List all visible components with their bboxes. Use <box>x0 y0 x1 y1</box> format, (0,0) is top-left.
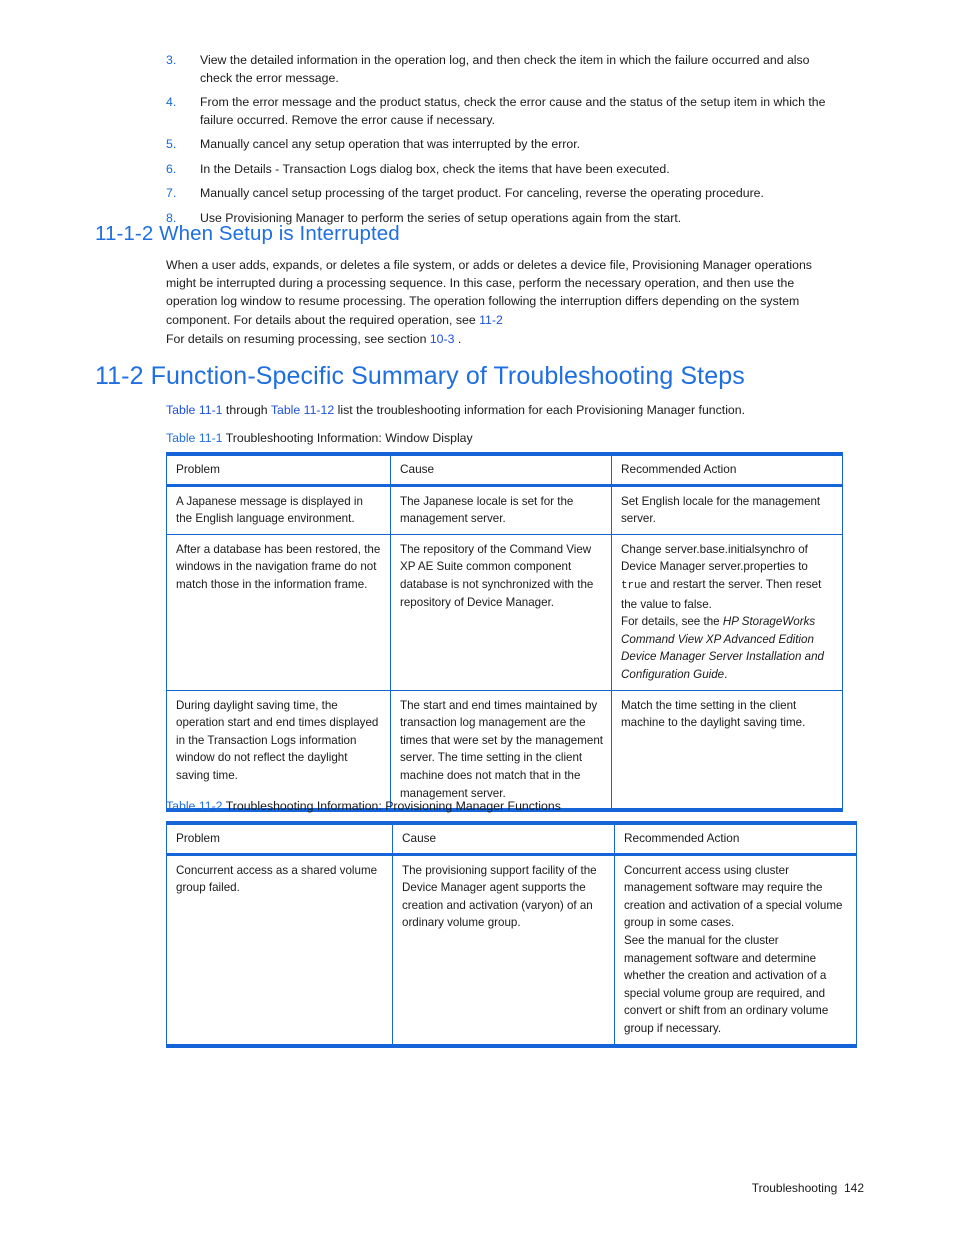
action-reference-tail: . <box>724 667 728 681</box>
cell-problem: During daylight saving time, the operati… <box>166 689 391 813</box>
list-item: 5. Manually cancel any setup operation t… <box>166 136 842 154</box>
cell-problem: After a database has been restored, the … <box>166 533 391 691</box>
page-footer: Troubleshooting 142 <box>751 1181 864 1195</box>
action-text: Concurrent access using cluster manageme… <box>624 863 843 930</box>
caption-label: Table 11-2 <box>166 799 223 813</box>
list-item: 3. View the detailed information in the … <box>166 52 842 87</box>
heading-11-1-2: 11-1-2 When Setup is Interrupted <box>95 222 400 245</box>
action-text: Match the time setting in the client mac… <box>621 698 806 730</box>
step-number: 6. <box>166 161 177 176</box>
xref-table-11-12-link[interactable]: Table 11-12 <box>271 403 334 417</box>
xref-11-2-link[interactable]: 11-2 <box>479 313 503 327</box>
step-number: 3. <box>166 53 177 67</box>
table-row: During daylight saving time, the operati… <box>166 689 843 813</box>
action-text: Set English locale for the management se… <box>621 494 821 526</box>
procedure-steps-list: 3. View the detailed information in the … <box>166 52 842 234</box>
table-11-2-caption: Table 11-2 Troubleshooting Information: … <box>166 799 561 813</box>
paragraph-text-tail: list the troubleshooting information for… <box>334 403 746 417</box>
paragraph-text-tail: . <box>454 332 462 346</box>
paragraph-table-intro: Table 11-1 through Table 11-12 list the … <box>166 401 856 419</box>
column-header-cause: Cause <box>390 451 612 487</box>
step-text: Manually cancel setup processing of the … <box>200 186 764 200</box>
list-item: 7. Manually cancel setup processing of t… <box>166 185 842 203</box>
step-number: 7. <box>166 186 177 200</box>
cell-recommended-action: Concurrent access using cluster manageme… <box>614 853 857 1048</box>
column-header-cause: Cause <box>392 820 615 856</box>
paragraph-text: through <box>222 403 271 417</box>
step-number: 4. <box>166 95 177 109</box>
table-11-1: Problem Cause Recommended Action A Japan… <box>166 451 843 813</box>
cell-recommended-action: Change server.base.initialsynchro of Dev… <box>611 533 843 691</box>
caption-text: Troubleshooting Information: Window Disp… <box>222 431 473 445</box>
xref-table-11-1-link[interactable]: Table 11-1 <box>166 403 223 417</box>
step-text: View the detailed information in the ope… <box>200 53 810 85</box>
document-page: 3. View the detailed information in the … <box>0 0 954 1235</box>
paragraph-resume-processing: For details on resuming processing, see … <box>166 330 844 348</box>
cell-recommended-action: Set English locale for the management se… <box>611 484 843 535</box>
cell-cause: The provisioning support facility of the… <box>392 853 615 1048</box>
caption-label: Table 11-1 <box>166 431 223 445</box>
step-number: 5. <box>166 137 177 151</box>
table-row: Concurrent access as a shared volume gro… <box>166 853 857 1048</box>
action-reference-lead: For details, see the <box>621 615 723 629</box>
step-text: From the error message and the product s… <box>200 95 826 127</box>
action-text-secondary: See the manual for the cluster managemen… <box>624 933 829 1035</box>
cell-cause: The Japanese locale is set for the manag… <box>390 484 612 535</box>
cell-recommended-action: Match the time setting in the client mac… <box>611 689 843 813</box>
cell-problem: A Japanese message is displayed in the E… <box>166 484 391 535</box>
table-11-2: Problem Cause Recommended Action Concurr… <box>166 820 857 1048</box>
table-header-row: Problem Cause Recommended Action <box>166 820 857 856</box>
table-row: A Japanese message is displayed in the E… <box>166 484 843 535</box>
column-header-recommended-action: Recommended Action <box>611 451 843 487</box>
step-text: Manually cancel any setup operation that… <box>200 137 581 151</box>
column-header-problem: Problem <box>166 451 391 487</box>
table-header-row: Problem Cause Recommended Action <box>166 451 843 487</box>
table-row: After a database has been restored, the … <box>166 533 843 691</box>
action-text: Change server.base.initialsynchro of Dev… <box>621 542 808 574</box>
action-code-value: true <box>621 579 647 592</box>
caption-text: Troubleshooting Information: Provisionin… <box>222 799 561 813</box>
step-text: In the Details - Transaction Logs dialog… <box>200 161 670 176</box>
table-11-1-caption: Table 11-1 Troubleshooting Information: … <box>166 431 473 445</box>
column-header-problem: Problem <box>166 820 393 856</box>
cell-problem: Concurrent access as a shared volume gro… <box>166 853 393 1048</box>
cell-cause: The repository of the Command View XP AE… <box>390 533 612 691</box>
list-item: 4. From the error message and the produc… <box>166 94 842 129</box>
cell-cause: The start and end times maintained by tr… <box>390 689 612 813</box>
heading-11-2: 11-2 Function-Specific Summary of Troubl… <box>95 362 745 390</box>
action-text-cont: and restart the server. Then reset the v… <box>621 577 822 611</box>
paragraph-text: For details on resuming processing, see … <box>166 332 430 346</box>
column-header-recommended-action: Recommended Action <box>614 820 857 856</box>
xref-10-3-link[interactable]: 10-3 <box>430 332 455 346</box>
list-item: 6. In the Details - Transaction Logs dia… <box>166 161 842 179</box>
paragraph-setup-interrupted: When a user adds, expands, or deletes a … <box>166 256 844 329</box>
